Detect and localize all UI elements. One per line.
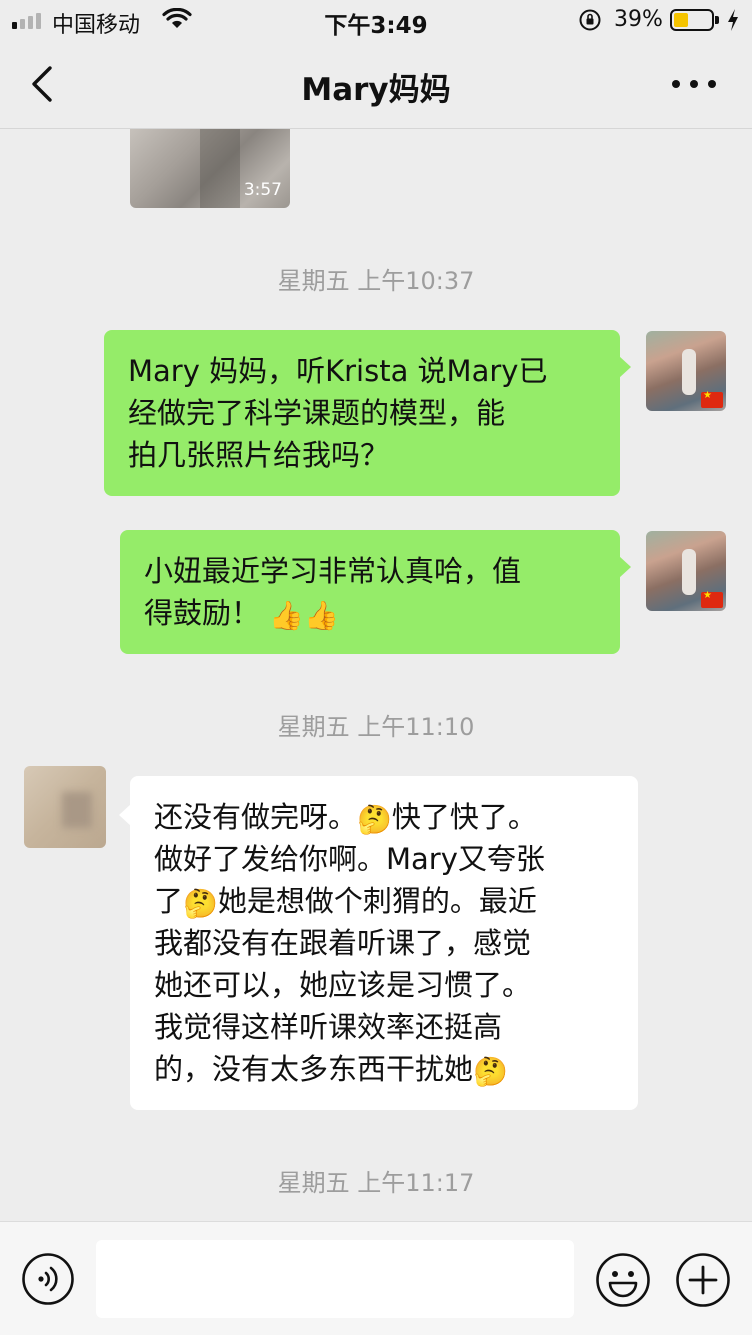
emoji-icon[interactable] xyxy=(595,1252,651,1308)
chat-title: Mary妈妈 xyxy=(301,72,451,108)
thumbs-up-emoji: 👍👍 xyxy=(269,599,339,632)
timestamp: 星期五 上午11:17 xyxy=(277,1169,475,1197)
avatar-self[interactable] xyxy=(646,331,726,411)
message-line: 我都没有在跟着听课了，感觉 xyxy=(154,926,532,960)
nav-bar: Mary妈妈 xyxy=(0,40,752,129)
timestamp: 星期五 上午10:37 xyxy=(277,267,475,295)
message-text: 了 xyxy=(154,884,184,918)
video-message-thumbnail[interactable]: 3:57 xyxy=(130,129,290,208)
thinking-face-emoji: 🤔 xyxy=(357,803,392,836)
message-line: 她还可以，她应该是习惯了。 xyxy=(154,968,532,1002)
message-line: 做好了发给你啊。Mary又夸张 xyxy=(154,842,545,876)
avatar-self[interactable] xyxy=(646,531,726,611)
message-bubble-self[interactable]: Mary 妈妈，听Krista 说Mary已 经做完了科学课题的模型，能 拍几张… xyxy=(104,330,631,496)
timestamp: 星期五 上午11:10 xyxy=(277,713,475,741)
voice-icon[interactable] xyxy=(21,1252,75,1306)
china-flag-icon xyxy=(701,390,723,408)
message-line: Mary 妈妈，听Krista 说Mary已 xyxy=(128,354,548,388)
message-bubble-contact[interactable]: 还没有做完呀。🤔快了快了。 做好了发给你啊。Mary又夸张 了🤔她是想做个刺猬的… xyxy=(119,776,638,1110)
message-text: 她是想做个刺猬的。最近 xyxy=(217,884,537,918)
battery-fill xyxy=(674,13,688,27)
message-line: 小妞最近学习非常认真哈，值 xyxy=(144,554,522,588)
thinking-face-emoji: 🤔 xyxy=(183,887,218,920)
status-bar: 中国移动 下午3:49 39% xyxy=(0,0,752,40)
charging-bolt-icon xyxy=(728,9,738,31)
message-text: 还没有做完呀。 xyxy=(154,800,358,834)
avatar-contact[interactable] xyxy=(24,766,106,848)
plus-icon[interactable] xyxy=(675,1252,731,1308)
more-dots-icon[interactable] xyxy=(672,70,716,98)
message-text: 的，没有太多东西干扰她 xyxy=(154,1052,474,1086)
message-text: 快了快了。 xyxy=(391,800,537,834)
video-duration: 3:57 xyxy=(243,180,282,200)
input-bar xyxy=(0,1221,752,1335)
chat-history[interactable]: 3:57 星期五 上午10:37 Mary 妈妈，听Krista 说Mary已 … xyxy=(0,129,752,1221)
message-line: 我觉得这样听课效率还挺高 xyxy=(154,1010,503,1044)
orientation-lock-icon xyxy=(579,9,601,31)
china-flag-icon xyxy=(701,590,723,608)
message-bubble-self[interactable]: 小妞最近学习非常认真哈，值 得鼓励！ 👍👍 xyxy=(120,530,631,654)
thinking-face-emoji: 🤔 xyxy=(473,1055,508,1088)
message-line: 拍几张照片给我吗？ xyxy=(128,438,390,472)
message-line: 经做完了科学课题的模型，能 xyxy=(128,396,506,430)
message-input[interactable] xyxy=(96,1240,574,1318)
battery-percent: 39% xyxy=(614,7,663,32)
battery-icon xyxy=(670,9,719,31)
message-line: 得鼓励！ xyxy=(144,596,261,630)
